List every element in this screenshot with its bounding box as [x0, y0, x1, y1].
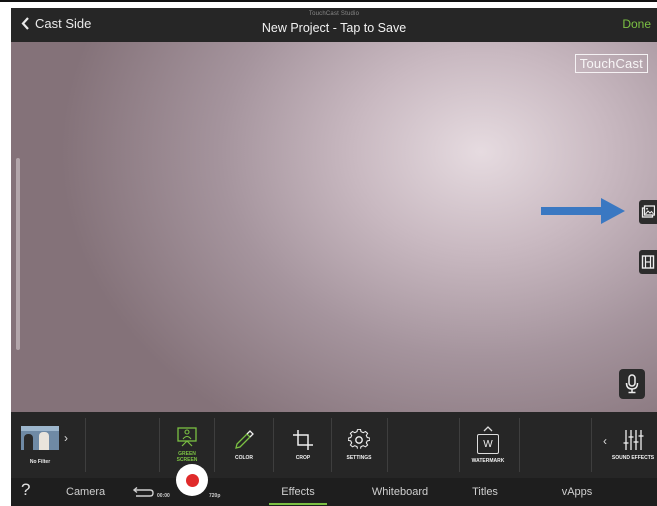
green-screen-icon	[177, 427, 197, 447]
studio-label: TouchCast Studio	[308, 11, 360, 17]
touchcast-logo: TouchCast	[574, 54, 648, 73]
gear-icon	[348, 429, 370, 449]
record-icon	[185, 473, 199, 487]
sound-effects-label: SOUND EFFECTS	[611, 455, 655, 461]
done-button[interactable]: Done	[622, 17, 651, 31]
camera-preview: TouchCast	[11, 42, 657, 412]
sound-effects-button[interactable]: SOUND EFFECTS	[607, 412, 657, 478]
color-button[interactable]: COLOR	[222, 412, 266, 478]
microphone-icon	[625, 374, 639, 394]
effects-toolbar: › No Filter GREEN SCREEN COLOR CROP SETT…	[11, 412, 657, 478]
film-icon	[641, 255, 655, 269]
crop-label: CROP	[295, 455, 311, 461]
divider	[214, 418, 215, 472]
media-video-button[interactable]	[639, 250, 657, 274]
color-label: COLOR	[234, 455, 254, 461]
watermark-icon: W	[477, 434, 499, 454]
project-title[interactable]: New Project - Tap to Save	[11, 21, 657, 35]
media-image-button[interactable]	[639, 200, 657, 224]
active-tab-indicator	[269, 503, 327, 505]
annotation-arrow-icon	[541, 198, 625, 224]
camera-tab[interactable]: Camera	[66, 478, 105, 506]
divider	[85, 418, 86, 472]
filter-label: No Filter	[29, 459, 51, 465]
chevron-right-icon[interactable]: ›	[64, 431, 68, 445]
resolution-label: 720p	[209, 493, 221, 499]
help-button[interactable]: ?	[21, 480, 30, 500]
green-screen-label: GREEN SCREEN	[176, 451, 198, 463]
divider	[459, 418, 460, 472]
divider	[273, 418, 274, 472]
vertical-scrollbar[interactable]	[16, 158, 20, 350]
settings-button[interactable]: SETTINGS	[337, 412, 381, 478]
microphone-button[interactable]	[619, 369, 645, 399]
divider	[387, 418, 388, 472]
eyedropper-icon	[235, 430, 254, 449]
header-bar: Cast Side TouchCast Studio New Project -…	[11, 8, 657, 42]
divider	[331, 418, 332, 472]
undo-icon[interactable]	[132, 487, 154, 499]
crop-button[interactable]: CROP	[281, 412, 325, 478]
settings-label: SETTINGS	[346, 455, 372, 461]
divider	[159, 418, 160, 472]
chevron-up-icon	[483, 426, 493, 432]
bottom-nav: ? Camera 00:00 720p Effects Whiteboard T…	[11, 464, 657, 506]
divider	[519, 418, 520, 472]
watermark-button[interactable]: W WATERMARK	[463, 412, 513, 478]
app-window: Cast Side TouchCast Studio New Project -…	[11, 8, 657, 506]
watermark-label: WATERMARK	[471, 458, 505, 464]
crop-icon	[293, 430, 313, 450]
filter-thumbnail[interactable]	[21, 426, 59, 450]
equalizer-icon	[623, 430, 644, 450]
tab-titles[interactable]: Titles	[465, 478, 505, 506]
record-button[interactable]	[176, 464, 208, 496]
tab-vapps[interactable]: vApps	[557, 478, 597, 506]
tab-effects[interactable]: Effects	[269, 478, 327, 506]
image-icon	[641, 205, 655, 218]
record-timer: 00:00	[157, 493, 170, 499]
tab-whiteboard[interactable]: Whiteboard	[365, 478, 435, 506]
top-border	[0, 0, 657, 2]
divider	[591, 418, 592, 472]
